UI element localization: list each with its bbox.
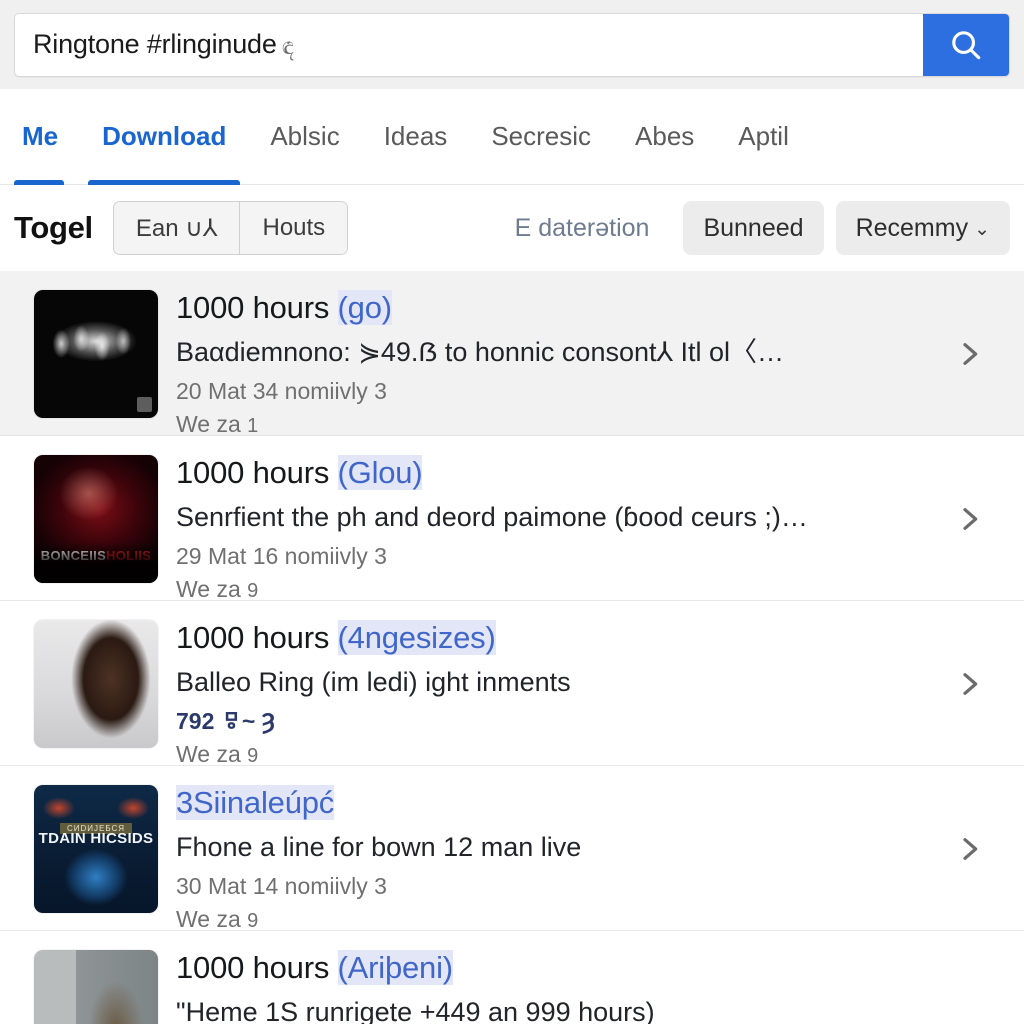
- chevron-right-icon[interactable]: [946, 833, 992, 865]
- segment-houts[interactable]: Houts: [239, 202, 348, 254]
- row-subtitle: Fhone a line for bown 12 man live: [176, 831, 582, 862]
- row-content: 1000 hours (4ngesizes) Balleo Ring (im l…: [176, 616, 946, 769]
- tab-label: Abes: [635, 121, 695, 151]
- explicit-badge-icon: [137, 397, 152, 412]
- row-meta-secondary: We za 1: [176, 410, 946, 439]
- filter-bar: Togel Ean ∪⅄ Houts E daterǝtion Bunneed …: [0, 185, 1024, 271]
- tab-ideas[interactable]: Ideas: [362, 89, 470, 185]
- search-input-value: Ringtone #rlinginude: [33, 29, 277, 59]
- row-meta-primary: 20 Mat 34 nomiivly 3: [176, 378, 387, 404]
- artwork-text: BONCEIISHOLIIS: [34, 549, 158, 563]
- search-trailing-glyph: ඳ: [281, 32, 294, 60]
- row-content: 1000 hours (Ariþeni) "Heme 1S runrigete …: [176, 946, 1010, 1024]
- row-meta-secondary: We za 9: [176, 740, 946, 769]
- artwork-text-part2: HOLIIS: [106, 547, 152, 563]
- segment-ean-ua[interactable]: Ean ∪⅄: [113, 202, 240, 254]
- tab-bar: Me Download Ablsic Ideas Secresic Abes A…: [0, 89, 1024, 185]
- artwork-text-part1: BONCEIIS: [40, 547, 107, 563]
- table-row[interactable]: 1000 hours (4ngesizes) Balleo Ring (im l…: [0, 601, 1024, 769]
- row-title-paren: (Ariþeni): [337, 950, 453, 985]
- row-title: 1000 hours (Glou): [176, 453, 946, 494]
- row-meta-secondary-value: 9: [247, 744, 259, 767]
- row-title-paren: (4ngesizes): [337, 620, 496, 655]
- chip-label: Bunneed: [703, 213, 804, 242]
- app-root: Ringtone #rlinginude ඳ Me Download Ablsi…: [0, 0, 1024, 1024]
- row-title-paren: (Glou): [337, 455, 423, 490]
- tab-aptil[interactable]: Aptil: [716, 89, 811, 185]
- row-subtitle: Senrfient the ph and deord paimone (ɓood…: [176, 501, 808, 532]
- duration-filter-link[interactable]: E daterǝtion: [515, 214, 650, 243]
- tab-label: Ideas: [383, 121, 448, 151]
- row-meta-secondary: We za 9: [176, 575, 946, 604]
- row-subtitle: "Heme 1S runrigete +449 an 999 hours): [176, 996, 655, 1024]
- thumbnail-artwork: [34, 950, 158, 1024]
- tab-me[interactable]: Me: [14, 89, 80, 185]
- row-title: 3Siinaleúpć: [176, 783, 946, 824]
- thumbnail-artwork: [34, 620, 158, 748]
- row-content: 1000 hours (go) Baαdiemnono: ⋟49.ẞ to ho…: [176, 286, 946, 439]
- chevron-right-icon[interactable]: [946, 338, 992, 370]
- row-subtitle: Balleo Ring (im ledi) ight inments: [176, 666, 571, 697]
- table-row[interactable]: 1000 hours (go) Baαdiemnono: ⋟49.ẞ to ho…: [0, 271, 1024, 439]
- row-content: 3Siinaleúpć Fhone a line for bown 12 man…: [176, 781, 946, 934]
- tab-label: Aptil: [738, 121, 789, 151]
- thumbnail-artwork: [34, 290, 158, 418]
- row-meta-primary: 792 ㅱ~ Ȝ: [176, 707, 946, 736]
- chevron-right-icon[interactable]: [946, 503, 992, 535]
- tab-label: Ablsic: [270, 121, 340, 151]
- chevron-right-icon[interactable]: [946, 668, 992, 700]
- thumbnail-artwork: BONCEIISHOLIIS: [34, 455, 158, 583]
- row-title-main: 1000 hours: [176, 455, 330, 490]
- row-meta-secondary-value: 1: [247, 414, 259, 437]
- chip-label: Recemmy: [855, 213, 969, 242]
- row-meta-primary: 30 Mat 14 nomiivly 3: [176, 873, 387, 899]
- search-icon: [947, 26, 985, 64]
- row-title: 1000 hours (go): [176, 288, 946, 329]
- page-title: Togel: [14, 210, 93, 245]
- tab-label: Me: [22, 121, 59, 151]
- row-title-main: 1000 hours: [176, 290, 330, 325]
- row-meta-secondary-label: We za: [176, 905, 241, 932]
- row-title: 1000 hours (Ariþeni): [176, 948, 1010, 989]
- row-meta-primary-text: 792 ㅱ~ Ȝ: [176, 708, 276, 734]
- tab-label: Secresic: [491, 121, 592, 151]
- table-row[interactable]: 1000 hours (Ariþeni) "Heme 1S runrigete …: [0, 931, 1024, 1024]
- segmented-control: Ean ∪⅄ Houts: [112, 201, 349, 255]
- row-subtitle: Baαdiemnono: ⋟49.ẞ to honnic consont⅄ It…: [176, 336, 785, 367]
- row-title-main: 1000 hours: [176, 620, 330, 655]
- results-list: 1000 hours (go) Baαdiemnono: ⋟49.ẞ to ho…: [0, 271, 1024, 1024]
- segment-label: Ean ∪⅄: [135, 214, 218, 242]
- tab-download[interactable]: Download: [80, 89, 248, 185]
- row-title: 1000 hours (4ngesizes): [176, 618, 946, 659]
- row-content: 1000 hours (Glou) Senrfient the ph and d…: [176, 451, 946, 604]
- segment-label: Houts: [262, 214, 326, 241]
- row-meta-primary: 29 Mat 16 nomiivly 3: [176, 543, 387, 569]
- chevron-down-icon: ⌄: [974, 218, 990, 240]
- tab-label: Download: [102, 121, 227, 151]
- search-bar-container: Ringtone #rlinginude ඳ: [0, 0, 1024, 89]
- chip-recemmy[interactable]: Recemmy ⌄: [835, 201, 1010, 255]
- row-meta-secondary-value: 9: [247, 579, 259, 602]
- row-meta-secondary-value: 9: [247, 909, 259, 932]
- table-row[interactable]: BONCEIISHOLIIS 1000 hours (Glou) Senrfie…: [0, 436, 1024, 604]
- row-meta-secondary-label: We za: [176, 740, 241, 767]
- row-meta-secondary-label: We za: [176, 410, 241, 437]
- search-input[interactable]: Ringtone #rlinginude ඳ: [15, 14, 923, 76]
- row-title-main: 1000 hours: [176, 950, 330, 985]
- chip-bunneed[interactable]: Bunneed: [683, 201, 824, 255]
- search-bar[interactable]: Ringtone #rlinginude ඳ: [14, 12, 1010, 77]
- tab-secresic[interactable]: Secresic: [469, 89, 613, 185]
- tab-ablsic[interactable]: Ablsic: [248, 89, 361, 185]
- row-title-paren: (go): [337, 290, 392, 325]
- table-row[interactable]: CИDИJЕБСЯ TDAIN HICSIDS 3Siinaleúpć Fhon…: [0, 766, 1024, 934]
- row-meta-secondary: We za 9: [176, 905, 946, 934]
- row-meta-secondary-label: We za: [176, 575, 241, 602]
- thumbnail-artwork: CИDИJЕБСЯ TDAIN HICSIDS: [34, 785, 158, 913]
- search-submit-button[interactable]: [923, 13, 1009, 76]
- artwork-text: TDAIN HICSIDS: [38, 829, 154, 847]
- tab-abes[interactable]: Abes: [613, 89, 716, 185]
- row-title-main: 3Siinaleúpć: [176, 785, 335, 820]
